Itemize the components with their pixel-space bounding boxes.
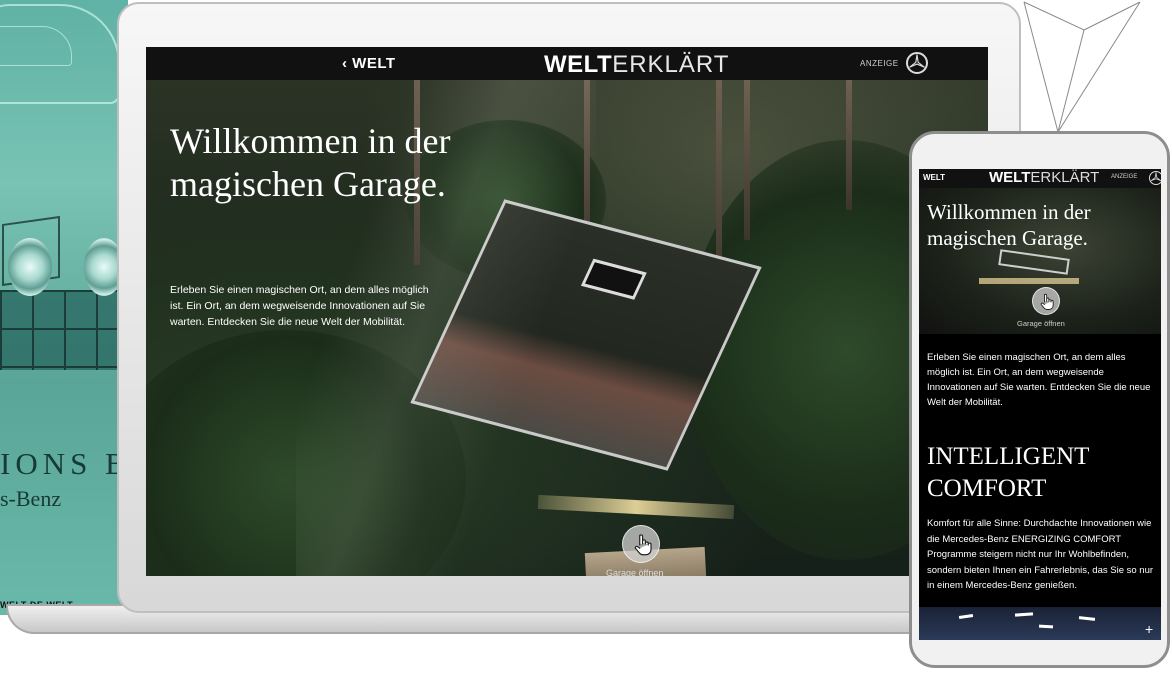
expand-plus-icon[interactable]: + (1145, 621, 1153, 637)
phone-next-section-preview: + (919, 607, 1161, 640)
hero-forest-garage-image: Willkommen in der magischen Garage. Erle… (146, 80, 988, 576)
background-wheel-left (8, 238, 52, 296)
hero-body-text: Erleben Sie einen magischen Ort, an dem … (170, 284, 429, 328)
back-to-welt-link[interactable]: ‹ WELT (342, 55, 396, 72)
phone-welt-erklaert-logo[interactable]: WELTERKLÄRT (989, 169, 1099, 186)
logo-thin-part: ERKLÄRT (612, 51, 730, 78)
phone-logo-thin-part: ERKLÄRT (1030, 169, 1100, 186)
phone-screen: Willkommen in der magischen Garage. Gara… (919, 169, 1161, 640)
open-garage-caption: Garage öffnen (606, 568, 664, 576)
phone-hero-title: Willkommen in der magischen Garage. (927, 200, 1091, 250)
phone-logo-bold-part: WELT (989, 169, 1031, 186)
ad-label: ANZEIGE (860, 59, 899, 68)
background-grid-floor (0, 290, 128, 370)
background-print-panel: IONS B s-Benz WELT DE WELT (0, 0, 128, 615)
hand-pointer-icon (634, 534, 652, 556)
phone-open-garage-button[interactable] (1032, 287, 1060, 315)
hero-title: Willkommen in der magischen Garage. (170, 121, 451, 204)
background-car-outline (0, 4, 120, 104)
laptop-top-bar: ‹ WELT WELTERKLÄRT ANZEIGE (146, 47, 988, 80)
background-headline: IONS B (0, 446, 128, 481)
logo-bold-part: WELT (544, 51, 613, 78)
phone-intro-text: Erleben Sie einen magischen Ort, an dem … (927, 352, 1151, 408)
open-garage-button[interactable] (622, 525, 660, 563)
hand-pointer-icon (1040, 293, 1054, 310)
section-heading: INTELLIGENT COMFORT (927, 443, 1089, 502)
decorative-wireframe (1023, 1, 1141, 134)
phone-open-garage-caption: Garage öffnen (1017, 319, 1065, 328)
phone-back-to-welt-link[interactable]: WELT (923, 173, 945, 182)
mercedes-star-icon[interactable] (906, 52, 928, 74)
phone-ad-label: ANZEIGE (1111, 174, 1138, 180)
welt-erklaert-logo[interactable]: WELTERKLÄRT (544, 51, 729, 79)
laptop-screen: Willkommen in der magischen Garage. Erle… (146, 47, 988, 576)
section-body-text: Komfort für alle Sinne: Durchdachte Inno… (927, 518, 1154, 591)
phone-top-bar: WELT WELTERKLÄRT ANZEIGE (919, 169, 1161, 188)
mercedes-star-icon[interactable] (1149, 171, 1161, 185)
background-subline: s-Benz (0, 486, 62, 511)
